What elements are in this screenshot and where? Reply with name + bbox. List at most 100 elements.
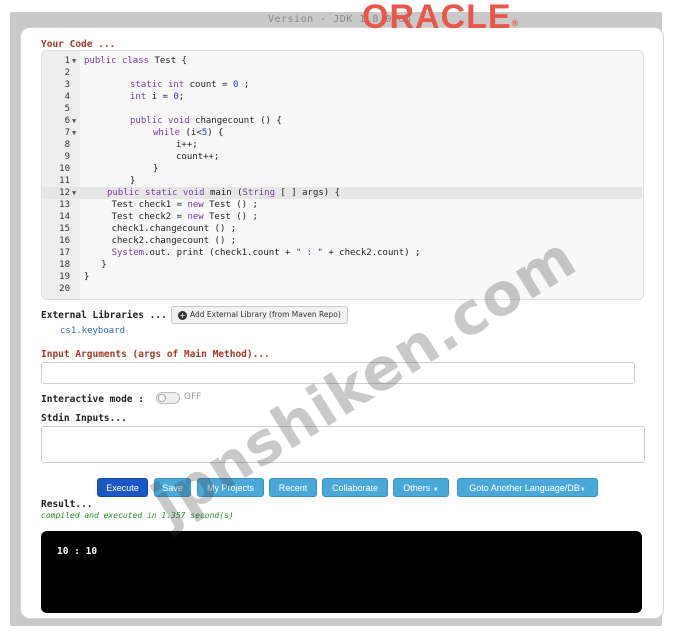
execute-button[interactable]: Execute: [97, 478, 148, 497]
line-number: 6: [64, 116, 70, 126]
code-token: static: [144, 188, 178, 198]
your-code-label: Your Code ...: [41, 39, 116, 50]
console-output: 10 : 10: [57, 546, 98, 557]
code-editor[interactable]: 1 ▼ public class Test {2 3 static int count …: [41, 50, 644, 300]
code-token: static: [130, 80, 163, 90]
code-token: ;: [178, 92, 185, 102]
code-text: static int count = 0 ;: [130, 79, 249, 91]
code-text: while (i<5) {: [153, 127, 223, 139]
line-number: 19: [59, 272, 70, 282]
add-external-library-button[interactable]: + Add External Library (from Maven Repo): [171, 306, 348, 324]
code-token: i++;: [176, 140, 198, 150]
code-line[interactable]: 12 ▼ public static void main (String [ ] a…: [42, 187, 642, 199]
toggle-knob: [158, 394, 166, 402]
line-number: 20: [59, 284, 70, 294]
code-text: check1.changecount () ;: [112, 223, 237, 235]
interactive-mode-toggle[interactable]: [156, 392, 180, 404]
save-button[interactable]: Save: [154, 478, 191, 497]
code-text: public void changecount () {: [130, 115, 282, 127]
fold-arrow-icon[interactable]: ▼: [72, 127, 76, 139]
code-token: void: [167, 116, 190, 126]
code-token: public: [107, 188, 140, 198]
code-text: }: [153, 163, 158, 175]
line-number: 14: [59, 212, 70, 222]
input-arguments-field[interactable]: [41, 362, 635, 384]
collaborate-button[interactable]: Collaborate: [322, 478, 388, 497]
line-number: 12: [59, 188, 70, 198]
code-line[interactable]: 15 check1.changecount () ;: [42, 223, 642, 235]
code-text: }: [101, 259, 106, 271]
code-line[interactable]: 4 int i = 0;: [42, 91, 642, 103]
code-line[interactable]: 13 Test check1 = new Test () ;: [42, 199, 642, 211]
code-line[interactable]: 18}: [42, 259, 642, 271]
code-line[interactable]: 10}: [42, 163, 642, 175]
code-token: changecount () {: [189, 116, 282, 126]
code-token: class: [121, 56, 150, 66]
code-line[interactable]: 3 static int count = 0 ;: [42, 79, 642, 91]
result-status: compiled and executed in 1.357 second(s): [41, 511, 234, 520]
code-line[interactable]: 5: [42, 103, 642, 115]
oracle-logo-text: ORACLE: [362, 0, 512, 36]
code-text: int i = 0;: [130, 91, 184, 103]
toggle-state-label: OFF: [184, 392, 202, 402]
code-text: public static void main (String [ ] args…: [107, 187, 340, 199]
library-item[interactable]: cs1.keyboard: [60, 326, 125, 336]
goto-language-dropdown-button[interactable]: Goto Another Language/DB▼: [457, 478, 598, 497]
code-line[interactable]: 16 check2.changecount () ;: [42, 235, 642, 247]
code-token: }: [101, 260, 107, 270]
line-number: 11: [59, 176, 70, 186]
code-token: Test () ;: [203, 212, 258, 222]
code-text: }: [84, 271, 89, 283]
line-number: 13: [59, 200, 70, 210]
code-token: (i<: [180, 128, 202, 138]
recent-button[interactable]: Recent: [269, 478, 317, 497]
fold-arrow-icon[interactable]: ▼: [72, 55, 76, 67]
code-token: main (: [204, 188, 243, 198]
code-text: public class Test {: [84, 55, 187, 67]
output-console: 10 : 10: [41, 531, 642, 613]
code-line[interactable]: 20: [42, 283, 642, 295]
code-token: while: [153, 128, 181, 138]
code-token: Test check1 =: [111, 200, 188, 210]
line-number: 5: [64, 104, 70, 114]
registered-mark: ®: [511, 18, 520, 28]
others-label: Others: [403, 483, 431, 493]
my-projects-button[interactable]: My Projects: [197, 478, 264, 497]
code-token: [ ] args) {: [275, 188, 341, 198]
code-token: Test () ;: [203, 200, 258, 210]
code-token: ) {: [207, 128, 224, 138]
code-line[interactable]: 6 ▼ public void changecount () {: [42, 115, 642, 127]
code-line[interactable]: 7 ▼ while (i<5) {: [42, 127, 642, 139]
fold-arrow-icon[interactable]: ▼: [72, 115, 76, 127]
input-arguments-label: Input Arguments (args of Main Method)...: [41, 349, 270, 360]
code-token: public: [84, 56, 117, 66]
line-number: 18: [59, 260, 70, 270]
plus-circle-icon: +: [178, 311, 187, 320]
interactive-mode-label: Interactive mode :: [41, 394, 144, 405]
code-line[interactable]: 9 count++;: [42, 151, 642, 163]
line-number: 10: [59, 164, 70, 174]
code-line[interactable]: 17 System.out. print (check1.count + " : …: [42, 247, 642, 259]
code-token: Test {: [149, 56, 187, 66]
code-line[interactable]: 11}: [42, 175, 642, 187]
code-line[interactable]: 19}: [42, 271, 642, 283]
fold-arrow-icon[interactable]: ▼: [72, 187, 76, 199]
line-number: 7: [64, 128, 70, 138]
code-text: Test check1 = new Test () ;: [112, 199, 258, 211]
code-line[interactable]: 8 i++;: [42, 139, 642, 151]
stdin-inputs-field[interactable]: [41, 426, 645, 463]
code-text: i++;: [176, 139, 198, 151]
code-token: }: [153, 164, 159, 174]
code-token: }: [84, 272, 90, 282]
code-line[interactable]: 2: [42, 67, 642, 79]
caret-down-icon: ▼: [579, 487, 586, 493]
code-text: System.out. print (check1.count + " : " …: [112, 247, 421, 259]
code-text: Test check2 = new Test () ;: [112, 211, 258, 223]
others-dropdown-button[interactable]: Others ▼: [393, 478, 449, 497]
result-label: Result...: [41, 499, 93, 510]
code-line[interactable]: 14 Test check2 = new Test () ;: [42, 211, 642, 223]
code-line[interactable]: 1 ▼ public class Test {: [42, 55, 642, 67]
add-external-library-label: Add External Library (from Maven Repo): [190, 310, 341, 319]
code-token: int: [130, 92, 147, 102]
code-token: + check2.count) ;: [322, 248, 421, 258]
